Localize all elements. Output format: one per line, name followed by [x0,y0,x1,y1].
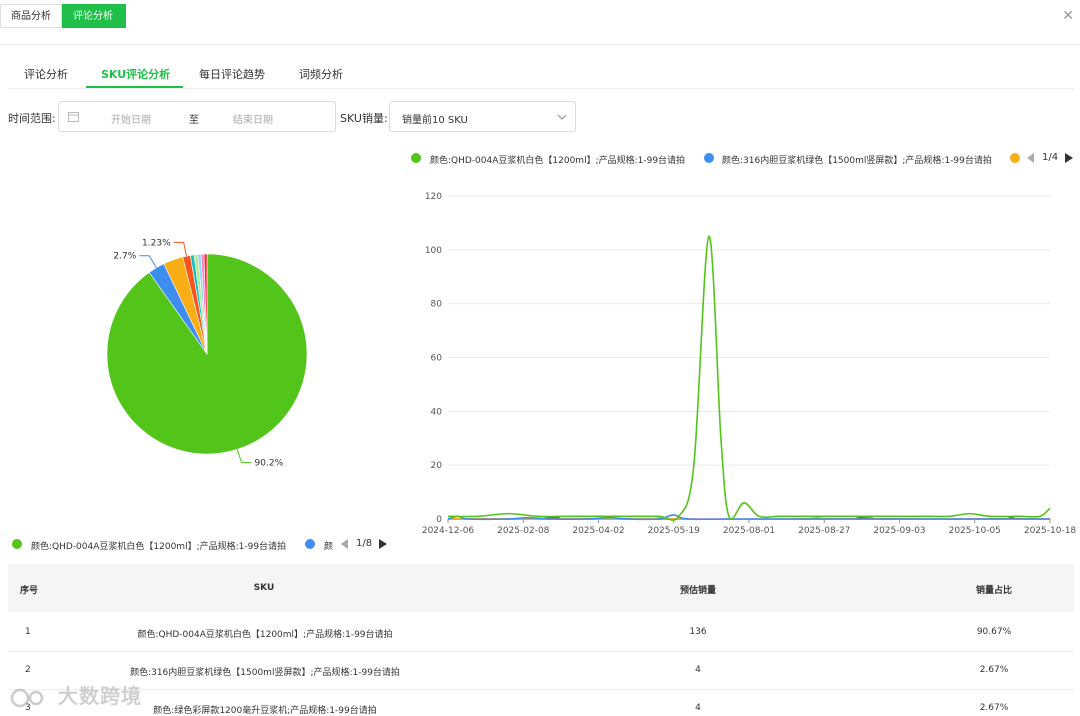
col-header-index: 序号 [20,586,39,596]
x-tick-label: 2025-09-03 [873,526,925,536]
end-date-input[interactable]: 结束日期 [233,111,273,126]
sku-sales-pie-chart: 90.2% 2.7% 1.23% [106,238,308,469]
sku-select-value: 销量前10 SKU [402,115,468,126]
top-divider [0,44,1080,45]
pie-label-line [173,241,187,257]
legend-dot [411,153,421,163]
col-header-sku: SKU [253,583,275,593]
y-tick-label: 100 [425,246,442,256]
line-legend-page: 1/4 [1042,152,1059,163]
cell-est-sales: 136 [689,627,707,637]
y-tick-label: 0 [436,515,442,525]
pie-data-label: 90.2% [255,459,284,469]
legend-prev-icon[interactable] [341,539,349,549]
watermark-text: 大数跨境 [57,684,142,708]
cell-sales-share: 2.67% [979,703,1009,713]
y-tick-label: 120 [425,192,442,202]
y-tick-label: 60 [431,354,443,364]
pie-label-line [139,255,157,269]
table-header: 序号 SKU 预估销量 销量占比 [8,564,1074,612]
sku-sales-select[interactable]: 销量前10 SKU [389,101,576,132]
range-separator: 至 [189,115,199,126]
legend-prev-icon[interactable] [1027,153,1035,163]
y-tick-label: 40 [431,407,443,417]
cell-index: 1 [25,627,31,637]
pie-label-line [236,449,252,464]
cell-index: 2 [25,665,31,675]
subtab-sku-review-analysis[interactable]: SKU评论分析 [101,66,170,82]
x-tick-label: 2025-10-18 [1024,526,1077,536]
time-range-label: 时间范围: [8,112,56,125]
subtab-daily-review-trend[interactable]: 每日评论趋势 [199,66,265,82]
subtab-divider [8,88,1074,89]
date-range-picker[interactable]: 开始日期 至 结束日期 [58,101,336,132]
row-divider [8,651,1074,652]
pie-legend-item-1[interactable]: 颜色:QHD-004A豆浆机白色【1200ml】;产品规格:1-99台请拍 [31,539,286,552]
legend-dot [1010,153,1020,163]
x-tick-label: 2025-08-01 [723,526,775,536]
start-date-input[interactable]: 开始日期 [111,111,151,126]
tab-product-analysis[interactable]: 商品分析 [0,4,62,28]
calendar-icon [68,112,79,122]
col-header-est-sales: 预估销量 [679,586,717,596]
sku-review-line-chart: 0 20 40 60 80 100 120 2024-12-06 2025-02-08 2025-… [422,192,1077,536]
x-tick-label: 2025-10-05 [949,526,1001,536]
pie-data-label: 2.7% [113,252,136,262]
y-tick-label: 80 [431,300,443,310]
x-tick-label: 2025-02-08 [497,526,550,536]
row-divider [8,689,1074,690]
col-header-sales-share: 销量占比 [975,586,1013,596]
legend-dot [305,539,315,549]
y-tick-label: 20 [431,461,443,471]
line-legend-item-2[interactable]: 颜色:316内胆豆浆机绿色【1500ml竖屏款】;产品规格:1-99台请拍 [722,153,992,166]
legend-dot [12,539,22,549]
subtab-review-analysis[interactable]: 评论分析 [24,66,68,82]
cell-sales-share: 2.67% [979,665,1009,675]
series-line[interactable] [447,235,1051,521]
pie-legend-item-2[interactable]: 颜 [324,539,333,552]
x-tick-label: 2025-04-02 [572,526,624,536]
watermark-icon [10,688,44,707]
cell-sku: 颜色:QHD-004A豆浆机白色【1200ml】;产品规格:1-99台请拍 [137,630,393,640]
pie-data-label: 1.23% [142,238,171,248]
cell-est-sales: 4 [695,665,701,675]
tab-review-analysis[interactable]: 评论分析 [62,4,126,28]
subtab-word-frequency[interactable]: 词频分析 [299,66,343,82]
legend-dot [704,153,714,163]
cell-est-sales: 4 [695,703,701,713]
watermark-logo: 大数跨境 [10,680,142,709]
legend-next-icon[interactable] [1065,153,1073,163]
legend-next-icon[interactable] [379,539,387,549]
cell-sku: 颜色:316内胆豆浆机绿色【1500ml竖屏款】;产品规格:1-99台请拍 [130,668,400,678]
x-tick-label: 2024-12-06 [422,526,475,536]
sku-sales-label: SKU销量: [340,112,388,125]
line-legend-item-1[interactable]: 颜色:QHD-004A豆浆机白色【1200ml】;产品规格:1-99台请拍 [430,153,685,166]
chevron-down-icon [557,114,567,120]
pie-legend-page: 1/8 [356,538,373,549]
x-tick-label: 2025-05-19 [648,526,701,536]
x-tick-label: 2025-08-27 [798,526,850,536]
cell-sales-share: 90.67% [976,627,1012,637]
close-icon[interactable]: ✕ [1062,8,1074,24]
cell-sku: 颜色:绿色彩屏款1200毫升豆浆机;产品规格:1-99台请拍 [153,706,377,716]
